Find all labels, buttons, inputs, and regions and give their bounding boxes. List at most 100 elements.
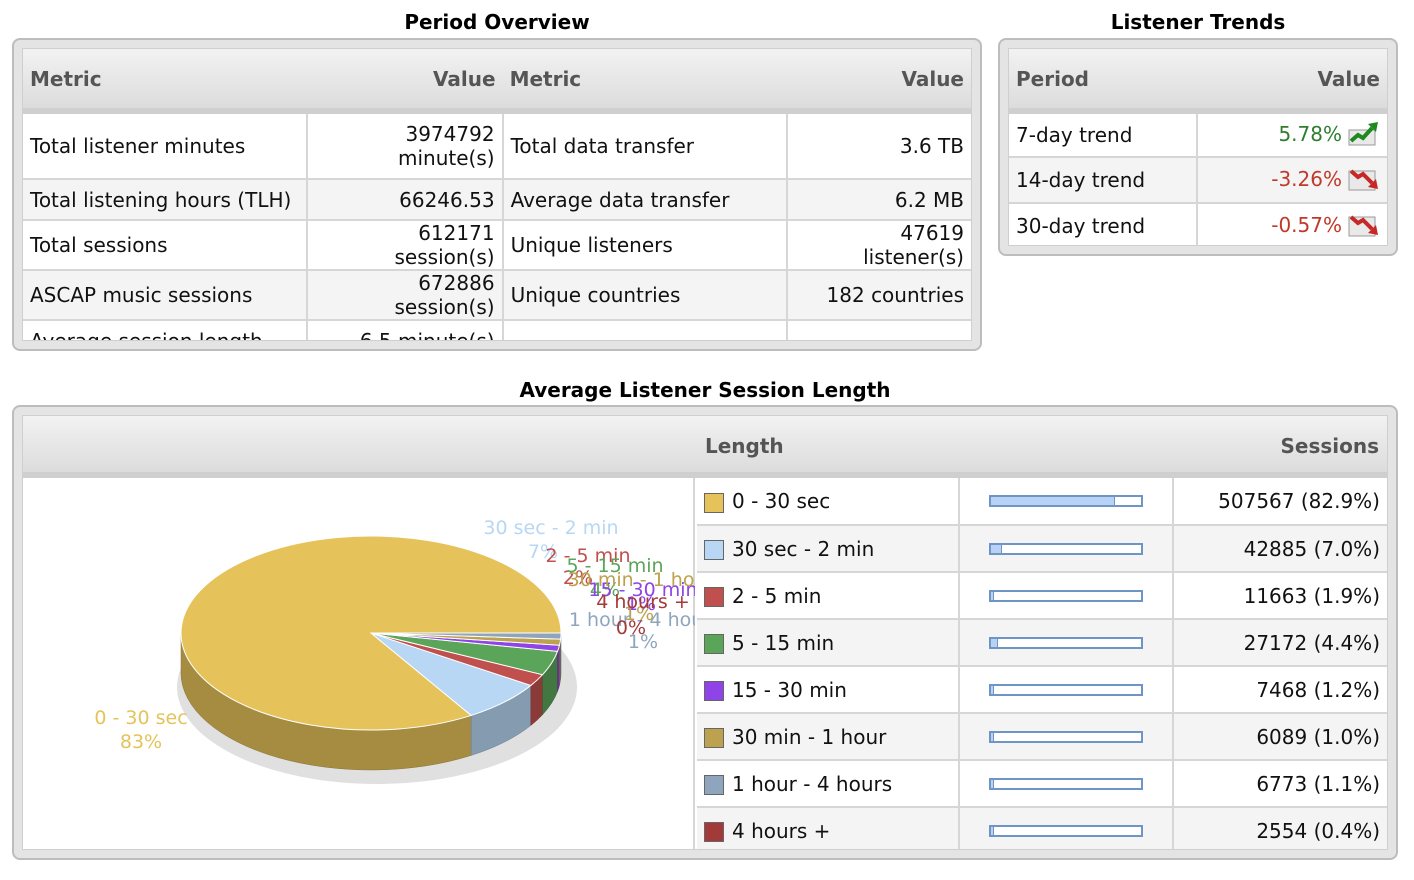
- length-label: 30 min - 1 hour: [732, 724, 887, 749]
- legend-swatch: [704, 822, 724, 842]
- session-length-title: Average Listener Session Length: [519, 378, 891, 402]
- table-row: 15 - 30 min 7468 (1.2%): [697, 666, 1387, 714]
- bar-cell: [959, 807, 1174, 849]
- pie-category-label: 30 min - 1 hour: [568, 569, 695, 591]
- table-row: 7-day trend 5.78%: [1009, 111, 1387, 158]
- session-bar-fill: [991, 779, 994, 788]
- session-bar-fill: [991, 591, 994, 600]
- bar-cell: [959, 619, 1174, 667]
- session-bar: [989, 824, 1143, 837]
- legend-swatch: [704, 728, 724, 748]
- session-bar-fill: [991, 497, 1116, 505]
- session-length-panel: Length Sessions 0 - 30 sec 83% 30 sec - 2 …: [12, 405, 1398, 860]
- table-row: 2 - 5 min 11663 (1.9%): [697, 572, 1387, 620]
- table-row: 30-day trend -0.57%: [1009, 203, 1387, 245]
- length-label: 4 hours +: [732, 818, 831, 843]
- legend-swatch: [704, 492, 724, 513]
- sessions-count: 2554 (0.4%): [1173, 807, 1387, 849]
- col-metric-2[interactable]: Metric: [502, 49, 787, 114]
- col-value-1[interactable]: Value: [307, 49, 503, 114]
- metric-cell: [502, 320, 788, 340]
- value-cell: 182 countries: [786, 270, 971, 321]
- col-period[interactable]: Period: [1009, 49, 1197, 114]
- metric-cell: ASCAP music sessions: [23, 270, 308, 321]
- pie-percent-label: 83%: [120, 731, 162, 753]
- legend-swatch: [704, 775, 724, 795]
- length-label: 1 hour - 4 hours: [732, 771, 893, 796]
- metric-cell: Average data transfer: [502, 179, 788, 221]
- table-row: Total sessions 612171 session(s) Unique …: [23, 220, 971, 271]
- listener-trends-panel: Period Value 7-day trend 5.78% 14-day tren…: [998, 38, 1398, 256]
- listener-trends-table: Period Value 7-day trend 5.78% 14-day tren…: [1009, 49, 1387, 245]
- session-bar: [989, 777, 1143, 790]
- col-length[interactable]: Length: [705, 434, 784, 458]
- table-row: 30 sec - 2 min 42885 (7.0%): [697, 525, 1387, 573]
- table-row: Total listener minutes 3974792 minute(s)…: [23, 111, 971, 180]
- table-row: 30 min - 1 hour 6089 (1.0%): [697, 713, 1387, 761]
- sessions-count: 42885 (7.0%): [1173, 525, 1387, 573]
- period-overview-title: Period Overview: [404, 10, 590, 34]
- length-cell: 30 sec - 2 min: [697, 525, 960, 573]
- metric-cell: Unique listeners: [502, 220, 788, 271]
- length-cell: 5 - 15 min: [697, 619, 960, 667]
- col-sessions[interactable]: Sessions: [1280, 434, 1379, 458]
- col-value[interactable]: Value: [1197, 49, 1387, 114]
- period-overview-panel: Metric Value Metric Value Total listener…: [12, 38, 982, 351]
- metric-cell: Total data transfer: [502, 111, 788, 180]
- bar-cell: [959, 666, 1174, 714]
- pie-percent-label: 0%: [616, 617, 646, 639]
- legend-swatch: [704, 681, 724, 701]
- session-bar-fill: [991, 732, 994, 741]
- trend-value-cell: -0.57%: [1197, 203, 1387, 245]
- session-length-header: Length Sessions: [23, 416, 1387, 478]
- trend-up-icon: [1348, 120, 1380, 151]
- trend-down-icon: [1348, 211, 1380, 242]
- col-metric-1[interactable]: Metric: [23, 49, 307, 114]
- sessions-count: 27172 (4.4%): [1173, 619, 1387, 667]
- trend-value-cell: 5.78%: [1197, 111, 1387, 158]
- session-bar: [989, 636, 1143, 649]
- sessions-count: 507567 (82.9%): [1173, 478, 1387, 526]
- bar-cell: [959, 525, 1174, 573]
- pie-chart-svg: 0 - 30 sec83%30 sec - 2 min7%2 - 5 min2%…: [94, 517, 721, 784]
- session-bar: [989, 542, 1143, 555]
- value-cell: 6.5 minute(s): [307, 320, 504, 340]
- session-bar: [989, 683, 1143, 696]
- pie-category-label: 30 sec - 2 min: [483, 517, 618, 539]
- sessions-count: 6089 (1.0%): [1173, 713, 1387, 761]
- session-bar-fill: [991, 544, 1002, 553]
- session-bar: [989, 730, 1143, 743]
- bar-cell: [959, 713, 1174, 761]
- legend-swatch: [704, 540, 724, 560]
- col-value-2[interactable]: Value: [786, 49, 971, 114]
- sessions-count: 7468 (1.2%): [1173, 666, 1387, 714]
- table-row: Average session length 6.5 minute(s): [23, 320, 971, 340]
- value-cell: 3974792 minute(s): [307, 111, 504, 180]
- bar-cell: [959, 478, 1174, 526]
- sessions-count: 11663 (1.9%): [1173, 572, 1387, 620]
- length-label: 5 - 15 min: [732, 630, 835, 655]
- pie-category-label: 4 hours +: [596, 591, 690, 613]
- trend-down-icon: [1348, 165, 1380, 196]
- metric-cell: Total sessions: [23, 220, 308, 271]
- table-row: 0 - 30 sec 507567 (82.9%): [697, 478, 1387, 526]
- metric-cell: Total listening hours (TLH): [23, 179, 308, 221]
- metric-cell: Total listener minutes: [23, 111, 308, 180]
- pie-slice-side: [557, 645, 560, 692]
- length-cell: 0 - 30 sec: [697, 478, 960, 526]
- trend-value: -3.26%: [1271, 166, 1342, 191]
- trend-period: 14-day trend: [1009, 157, 1198, 204]
- trend-value: -0.57%: [1271, 212, 1342, 237]
- session-bar-fill: [991, 826, 994, 835]
- length-cell: 30 min - 1 hour: [697, 713, 960, 761]
- length-label: 2 - 5 min: [732, 583, 822, 608]
- length-cell: 2 - 5 min: [697, 572, 960, 620]
- session-bar: [989, 589, 1143, 602]
- length-cell: 4 hours +: [697, 807, 960, 849]
- bar-cell: [959, 572, 1174, 620]
- value-cell: 3.6 TB: [786, 111, 971, 180]
- table-row: ASCAP music sessions 672886 session(s) U…: [23, 270, 971, 321]
- value-cell: 6.2 MB: [786, 179, 971, 221]
- length-label: 30 sec - 2 min: [732, 536, 875, 561]
- value-cell: [786, 320, 971, 340]
